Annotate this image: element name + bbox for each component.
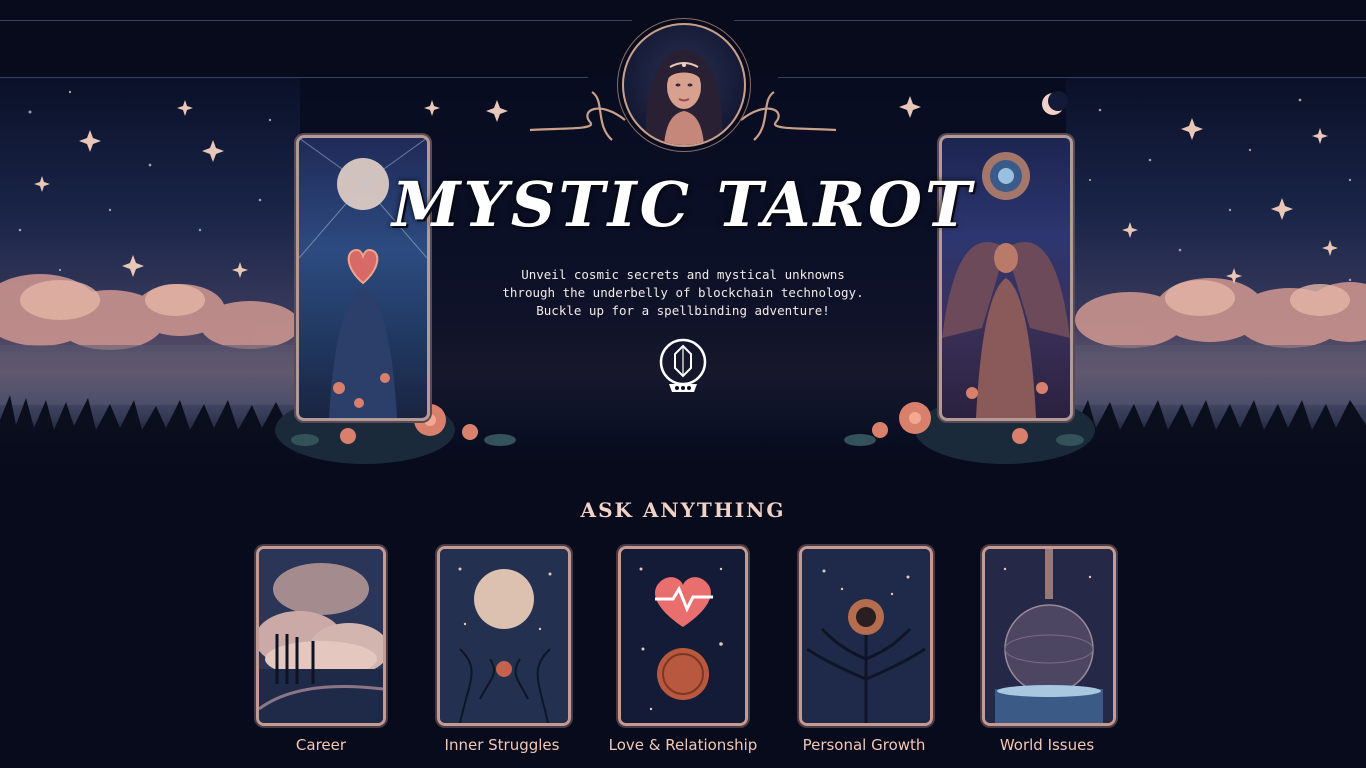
page: MYSTIC TAROT Unveil cosmic secrets and m… (0, 0, 1366, 768)
topic-label[interactable]: Inner Struggles (397, 736, 607, 754)
divider-line (778, 77, 1366, 78)
moon-branches-card-icon[interactable] (437, 546, 571, 726)
hero-tagline: Unveil cosmic secrets and mystical unkno… (470, 266, 896, 320)
topic-world-issues[interactable]: World Issues (982, 546, 1116, 754)
divider-line (0, 77, 588, 78)
tagline-line: Buckle up for a spellbinding adventure! (536, 303, 830, 318)
topic-label[interactable]: Love & Relationship (578, 736, 788, 754)
crystal-ball-icon (659, 338, 707, 392)
cloud-landscape-card-icon[interactable] (256, 546, 386, 726)
topic-inner-struggles[interactable]: Inner Struggles (437, 546, 571, 754)
topic-label[interactable]: Career (216, 736, 426, 754)
tagline-line: Unveil cosmic secrets and mystical unkno… (521, 267, 845, 282)
globe-card-icon[interactable] (982, 546, 1116, 726)
topic-career[interactable]: Career (256, 546, 386, 754)
tagline-line: through the underbelly of blockchain tec… (502, 285, 864, 300)
divider-line (734, 20, 1366, 21)
topic-personal-growth[interactable]: Personal Growth (799, 546, 933, 754)
sunflower-tree-card-icon[interactable] (799, 546, 933, 726)
hero-banner: MYSTIC TAROT Unveil cosmic secrets and m… (0, 0, 1366, 470)
hero-title: MYSTIC TAROT (391, 168, 975, 241)
goddess-medallion (622, 23, 746, 147)
topic-label[interactable]: Personal Growth (759, 736, 969, 754)
goddess-portrait-icon (645, 49, 723, 145)
section-heading: ASK ANYTHING (580, 498, 786, 522)
topic-label[interactable]: World Issues (942, 736, 1152, 754)
divider-line (0, 20, 632, 21)
heart-coin-card-icon[interactable] (618, 546, 748, 726)
topic-love-relationship[interactable]: Love & Relationship (609, 546, 757, 754)
